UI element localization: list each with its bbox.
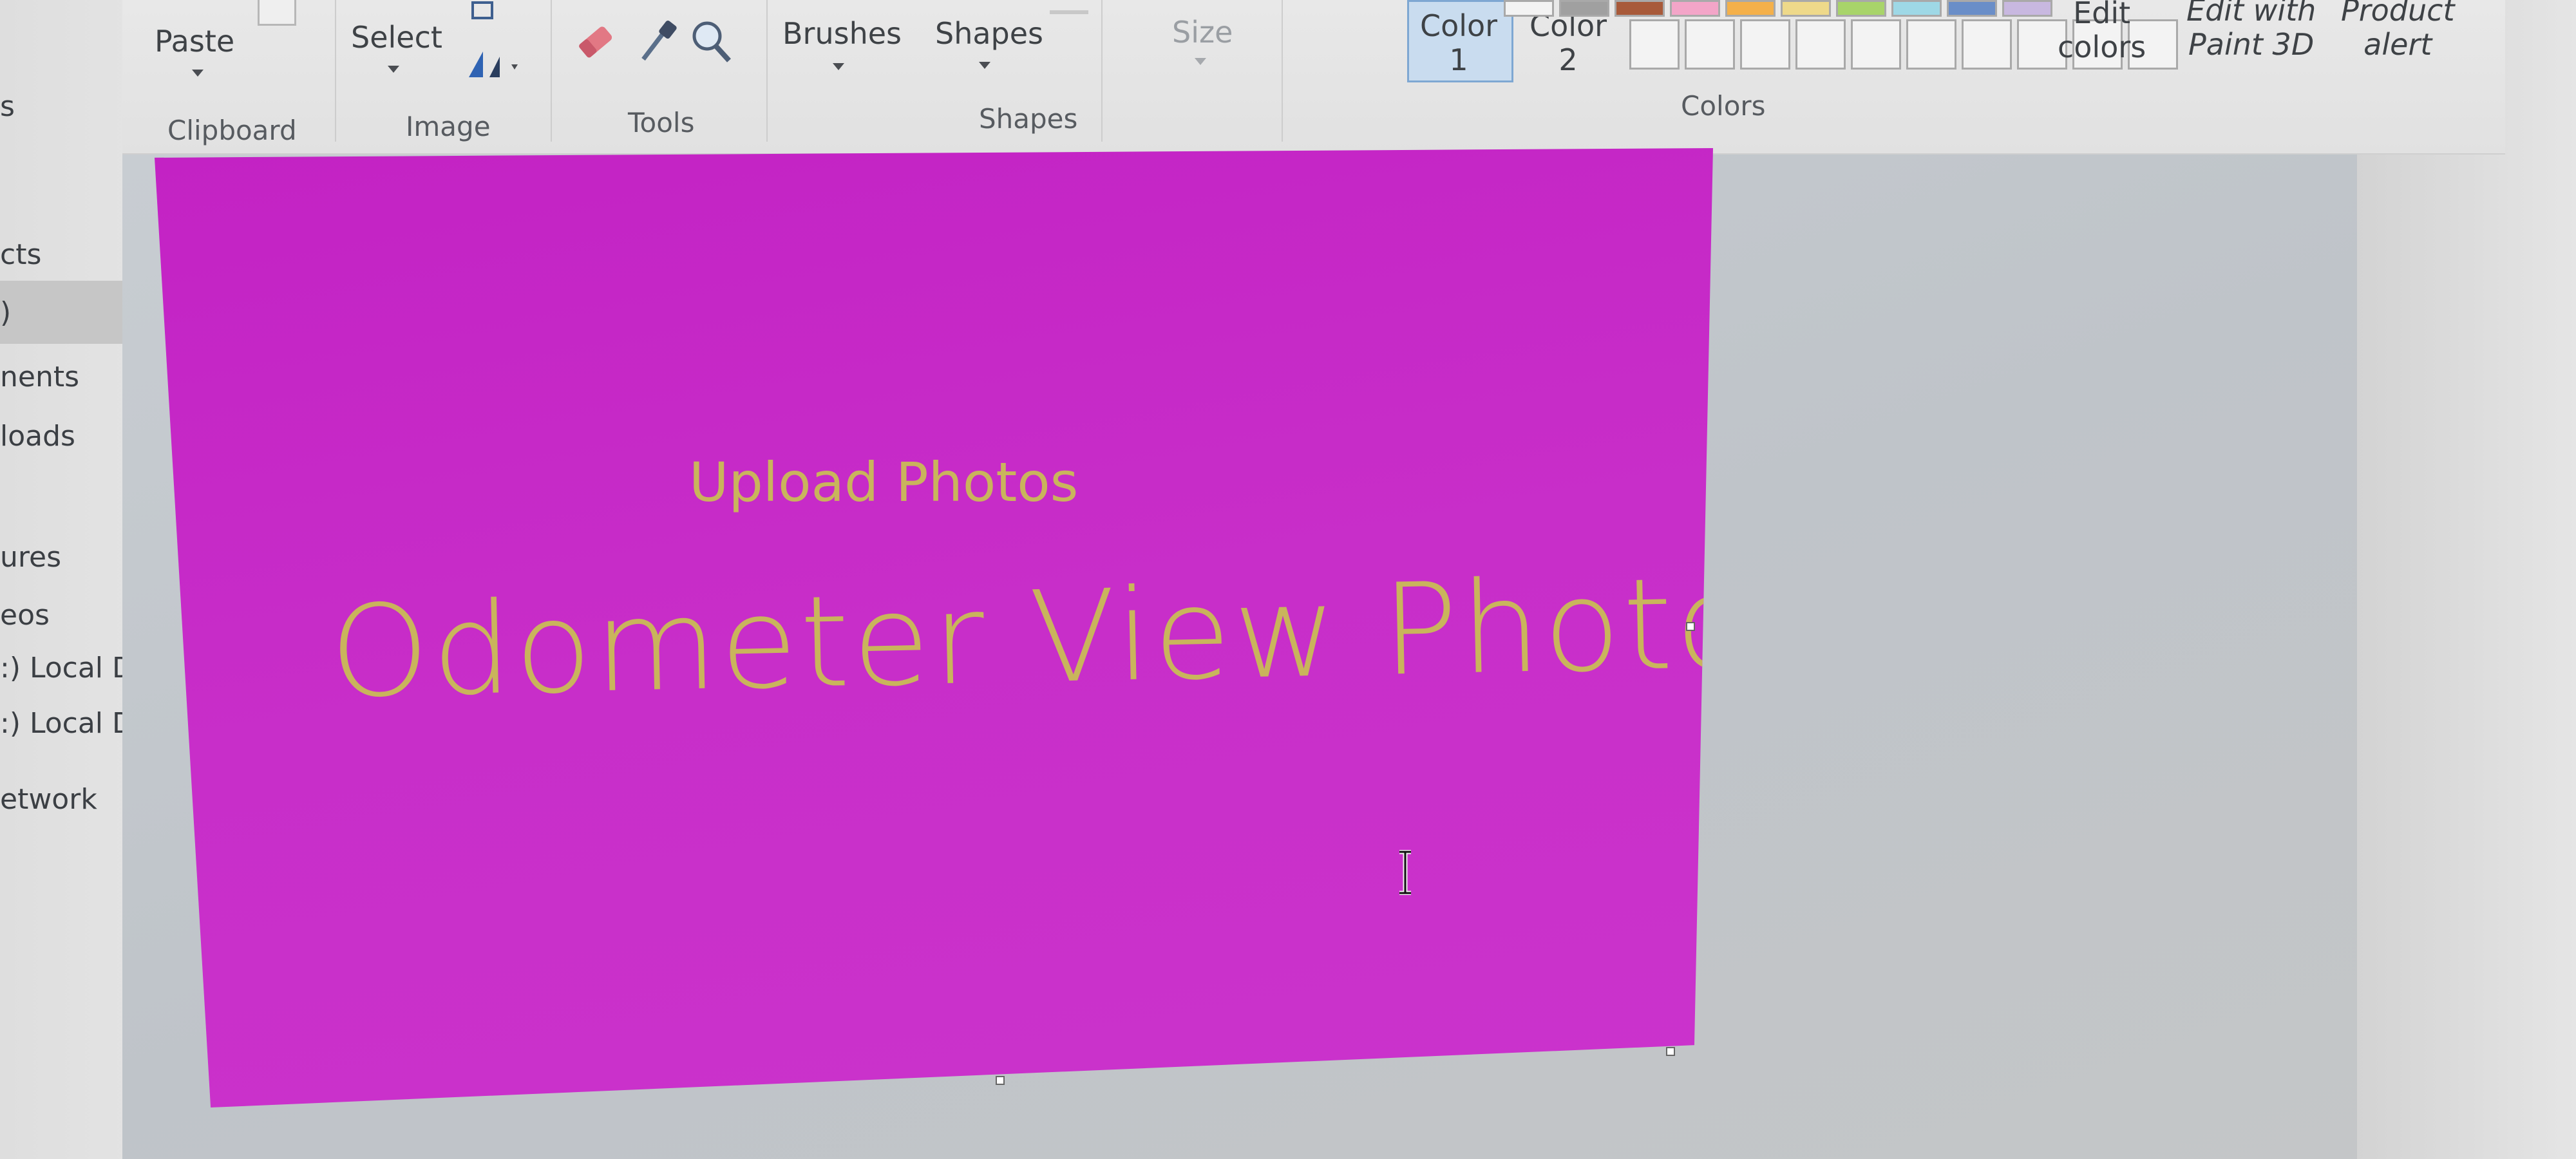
window-edge (2357, 0, 2576, 1159)
divider (335, 0, 336, 142)
nav-item[interactable]: loads (0, 420, 75, 453)
color-swatch[interactable] (1725, 0, 1776, 17)
custom-color-swatch[interactable] (1685, 19, 1735, 70)
brushes-label: Brushes (782, 16, 902, 51)
product-alert-button[interactable]: Product alert (2341, 0, 2454, 62)
color-picker-icon[interactable] (634, 18, 679, 66)
custom-color-swatch[interactable] (1906, 19, 1956, 70)
nav-item[interactable]: eos (0, 599, 50, 632)
custom-color-swatch[interactable] (1795, 19, 1846, 70)
color-2-button[interactable]: Color 2 (1530, 9, 1607, 77)
custom-color-swatch[interactable] (1851, 19, 1901, 70)
shapes-label: Shapes (935, 16, 1044, 51)
rotate-icon[interactable] (464, 45, 522, 84)
edit-colors-button[interactable]: Edit colors (2058, 0, 2146, 64)
nav-item[interactable]: ures (0, 541, 61, 574)
nav-item[interactable]: nents (0, 361, 79, 393)
select-label: Select (351, 20, 442, 55)
size-button[interactable]: Size (1172, 15, 1233, 50)
color-swatch[interactable] (1947, 0, 1997, 17)
nav-item[interactable]: s (0, 90, 15, 123)
shapes-group-label: Shapes (979, 103, 1078, 135)
eraser-icon[interactable] (573, 19, 618, 64)
crop-icon[interactable] (464, 0, 502, 26)
copy-icon[interactable] (258, 0, 296, 26)
paste-label: Paste (155, 24, 235, 59)
drawing-canvas[interactable]: Upload Photos Odometer View Photo (155, 148, 1713, 1107)
color-swatch[interactable] (1615, 0, 1665, 17)
colors-group-label: Colors (1681, 90, 1766, 122)
custom-color-swatch[interactable] (1962, 19, 2012, 70)
outline-icon[interactable] (1050, 0, 1088, 14)
paste-dropdown-icon[interactable] (192, 70, 204, 77)
size-dropdown-icon[interactable] (1195, 58, 1206, 65)
text-cursor-icon (1399, 850, 1411, 895)
select-button[interactable]: Select (351, 21, 442, 55)
custom-color-swatch[interactable] (1629, 19, 1680, 70)
color-swatch[interactable] (2002, 0, 2052, 17)
canvas-title-text: Odometer View Photo (328, 549, 1713, 726)
resize-handle-corner[interactable] (1666, 1047, 1675, 1056)
custom-color-swatch[interactable] (1740, 19, 1790, 70)
shapes-dropdown-icon[interactable] (979, 62, 990, 69)
divider (766, 0, 768, 142)
brushes-button[interactable]: Brushes (782, 17, 902, 51)
divider (1101, 0, 1103, 142)
image-group-label: Image (406, 111, 491, 142)
magnifier-icon[interactable] (689, 18, 734, 66)
color-swatch[interactable] (1836, 0, 1886, 17)
canvas-heading-text: Upload Photos (689, 451, 1079, 514)
color-swatch[interactable] (1559, 0, 1609, 17)
tools-group-label: Tools (628, 107, 695, 138)
nav-item-network[interactable]: etwork (0, 783, 97, 816)
divider (551, 0, 552, 142)
color-swatch[interactable] (1670, 0, 1720, 17)
resize-handle-right[interactable] (1686, 622, 1695, 631)
edit-with-paint3d-button[interactable]: Edit with Paint 3D (2186, 0, 2316, 62)
clipboard-group-label: Clipboard (167, 115, 297, 146)
divider (1282, 0, 1283, 142)
color-1-label: Color 1 (1420, 8, 1498, 77)
select-dropdown-icon[interactable] (388, 66, 399, 73)
paste-button[interactable]: Paste (155, 24, 234, 59)
brushes-dropdown-icon[interactable] (833, 63, 844, 70)
nav-item-label: ) (0, 296, 12, 329)
color-palette-top-row (1504, 0, 2052, 17)
color-swatch[interactable] (1891, 0, 1942, 17)
nav-item[interactable]: cts (0, 238, 41, 271)
color-swatch[interactable] (1504, 0, 1554, 17)
ribbon-toolbar: Paste Clipboard Select Image Tools Brush… (122, 0, 2505, 155)
color-swatch[interactable] (1781, 0, 1831, 17)
shapes-button[interactable]: Shapes (935, 17, 1043, 51)
size-label: Size (1172, 15, 1233, 50)
resize-handle-bottom[interactable] (996, 1076, 1005, 1085)
